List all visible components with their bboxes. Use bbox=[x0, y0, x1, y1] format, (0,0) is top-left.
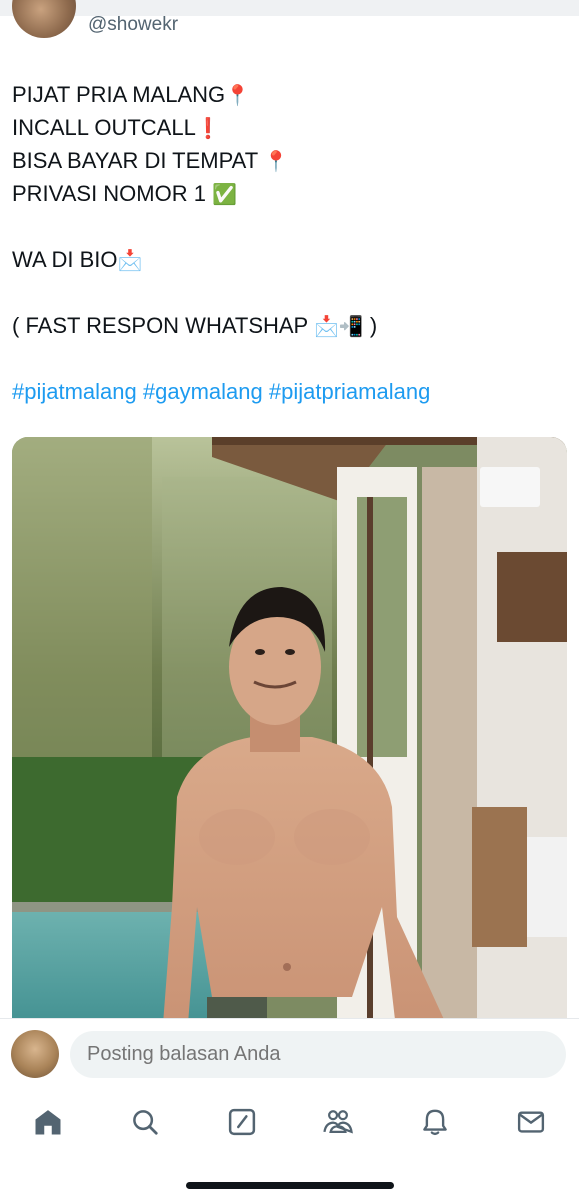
compose-icon bbox=[228, 1108, 256, 1136]
communities-icon bbox=[323, 1110, 353, 1134]
home-icon bbox=[35, 1110, 61, 1135]
nav-search[interactable] bbox=[125, 1102, 165, 1142]
pin-emoji: 📍 bbox=[225, 83, 251, 107]
exclamation-emoji: ❗ bbox=[195, 116, 221, 140]
tweet-photo[interactable] bbox=[12, 437, 567, 1037]
search-icon bbox=[133, 1110, 158, 1135]
tweet-detail-screen: @showekr PIJAT PRIA MALANG📍 INCALL OUTCA… bbox=[0, 0, 579, 1200]
home-indicator bbox=[186, 1182, 394, 1189]
hashtags: #pijatmalang #gaymalang #pijatpriamalang bbox=[12, 375, 562, 408]
hashtag-link[interactable]: #pijatmalang bbox=[12, 379, 137, 404]
check-emoji: ✅ bbox=[212, 182, 237, 206]
tweet-line-2: INCALL OUTCALL❗ bbox=[12, 115, 221, 140]
nav-communities[interactable] bbox=[318, 1102, 358, 1142]
reply-input[interactable] bbox=[70, 1031, 566, 1078]
hashtag-link[interactable]: #pijatpriamalang bbox=[269, 379, 430, 404]
nav-messages[interactable] bbox=[511, 1102, 551, 1142]
tweet-text: PIJAT PRIA MALANG📍 INCALL OUTCALL❗ BISA … bbox=[12, 78, 562, 408]
pin-emoji: 📍 bbox=[263, 149, 289, 173]
hashtag-link[interactable]: #gaymalang bbox=[143, 379, 263, 404]
tweet-line-3: BISA BAYAR DI TEMPAT 📍 bbox=[12, 148, 289, 173]
tweet-line-6: ( FAST RESPON WHATSHAP 📩📲 ) bbox=[12, 313, 378, 338]
photo-illustration bbox=[12, 437, 567, 1037]
bottom-nav bbox=[0, 1090, 579, 1200]
tweet-line-4: PRIVASI NOMOR 1 ✅ bbox=[12, 181, 237, 206]
my-avatar[interactable] bbox=[11, 1030, 59, 1078]
envelope-phone-emoji: 📩📲 bbox=[313, 314, 364, 338]
top-strip bbox=[0, 0, 579, 16]
nav-compose[interactable] bbox=[222, 1102, 262, 1142]
nav-home[interactable] bbox=[28, 1102, 68, 1142]
reply-bar bbox=[0, 1018, 579, 1091]
mail-icon bbox=[517, 1111, 545, 1133]
author-avatar[interactable] bbox=[12, 0, 76, 38]
author-handle[interactable]: @showekr bbox=[88, 14, 178, 36]
tweet-line-1: PIJAT PRIA MALANG📍 bbox=[12, 82, 251, 107]
bell-icon bbox=[423, 1109, 447, 1136]
tweet-line-5: WA DI BIO📩 bbox=[12, 247, 143, 272]
nav-notifications[interactable] bbox=[415, 1102, 455, 1142]
envelope-emoji: 📩 bbox=[117, 248, 143, 272]
